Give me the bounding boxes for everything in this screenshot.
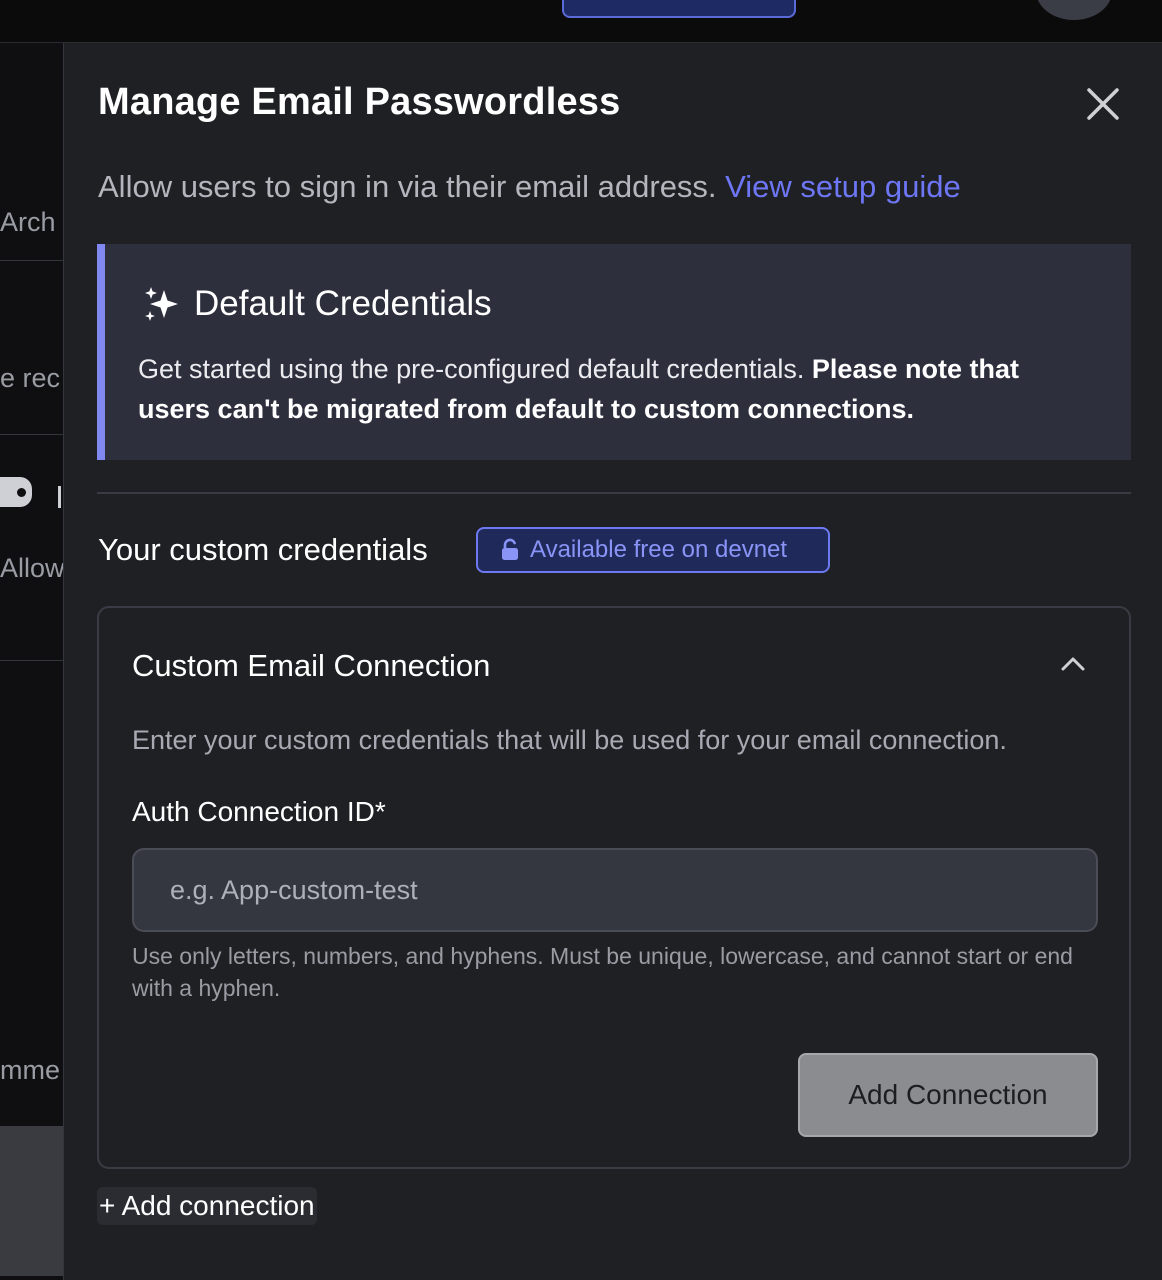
background-panel: Arch e rec Allow mme xyxy=(0,43,63,1280)
background-text: mme xyxy=(0,1055,60,1085)
default-credentials-box: Default Credentials Get started using th… xyxy=(97,244,1131,460)
background-text-fragment xyxy=(58,486,61,508)
manage-email-passwordless-panel: Manage Email Passwordless Allow users to… xyxy=(63,43,1162,1280)
background-text: Arch xyxy=(0,207,56,237)
devnet-badge: Available free on devnet xyxy=(476,527,830,573)
default-credentials-text: Get started using the pre-configured def… xyxy=(138,349,1098,429)
background-text: Allow xyxy=(0,553,63,583)
panel-title: Manage Email Passwordless xyxy=(98,81,621,123)
custom-credentials-label: Your custom credentials xyxy=(98,532,428,567)
add-connection-submit-button[interactable]: Add Connection xyxy=(798,1053,1098,1137)
connection-card-title: Custom Email Connection xyxy=(132,648,491,683)
chevron-up-icon[interactable] xyxy=(1059,654,1087,674)
background-toggle[interactable] xyxy=(0,477,32,507)
background-divider xyxy=(0,660,63,661)
unlock-icon xyxy=(502,538,518,560)
custom-email-connection-card: Custom Email Connection Enter your custo… xyxy=(97,606,1131,1169)
panel-description: Allow users to sign in via their email a… xyxy=(98,169,961,205)
connection-card-description: Enter your custom credentials that will … xyxy=(132,725,1007,755)
auth-connection-id-label: Auth Connection ID* xyxy=(132,796,386,827)
avatar[interactable] xyxy=(1036,0,1112,20)
background-divider xyxy=(0,260,63,261)
auth-connection-id-hint: Use only letters, numbers, and hyphens. … xyxy=(132,943,1073,1001)
default-credentials-title: Default Credentials xyxy=(194,284,492,323)
description-text: Allow users to sign in via their email a… xyxy=(98,169,717,204)
add-connection-button[interactable]: + Add connection xyxy=(97,1187,317,1225)
devnet-badge-label: Available free on devnet xyxy=(530,536,788,563)
background-block xyxy=(0,1126,63,1276)
close-button[interactable] xyxy=(1082,83,1124,125)
close-icon xyxy=(1087,88,1119,120)
section-divider xyxy=(97,492,1131,494)
background-divider xyxy=(0,434,63,435)
sparkle-icon xyxy=(145,287,178,321)
setup-guide-link[interactable]: View setup guide xyxy=(725,169,961,204)
auth-connection-id-input[interactable] xyxy=(132,848,1098,932)
background-text: e rec xyxy=(0,363,61,393)
top-bar-button[interactable] xyxy=(562,0,796,18)
default-credentials-description: Get started using the pre-configured def… xyxy=(138,354,805,384)
top-app-bar xyxy=(0,0,1162,43)
